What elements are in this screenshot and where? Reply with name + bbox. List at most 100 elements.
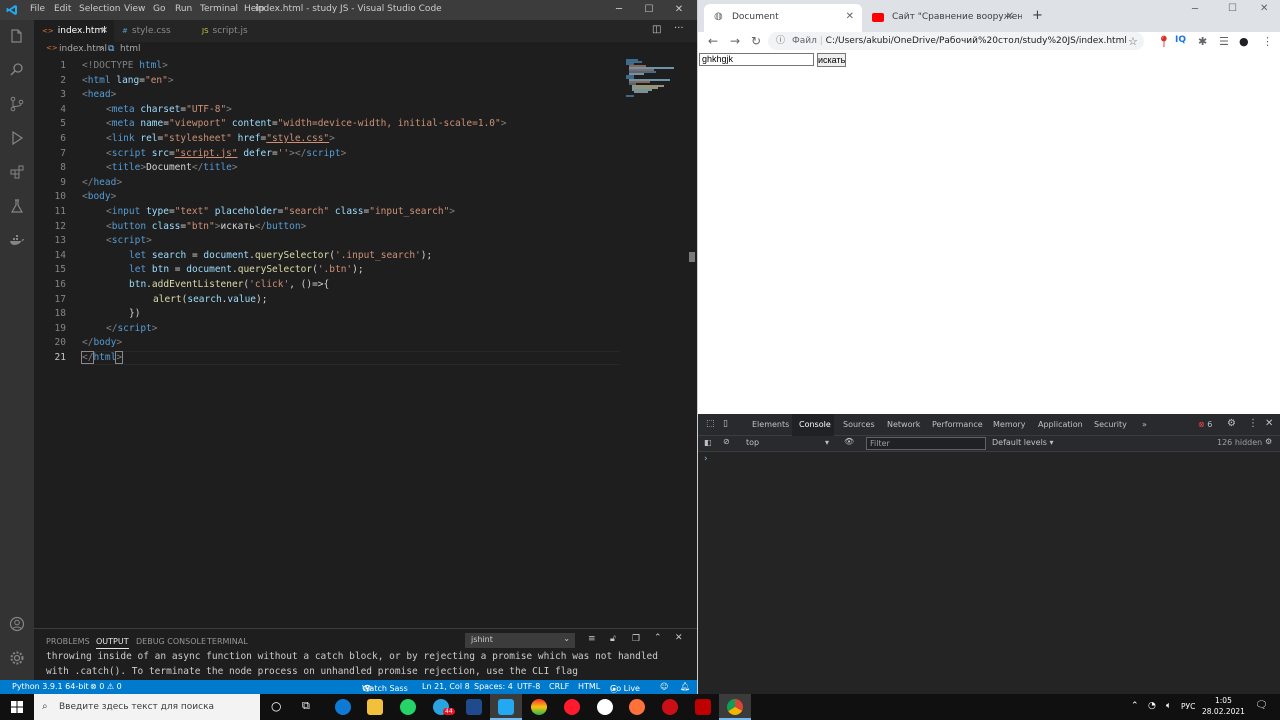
minimize-icon[interactable]: ─	[1192, 4, 1198, 15]
devtools-tab-console[interactable]: Console	[799, 420, 831, 429]
status-python[interactable]: Python 3.9.1 64-bit	[12, 682, 89, 691]
explorer-icon[interactable]	[9, 28, 25, 44]
console-settings-icon[interactable]: ⚙	[1265, 437, 1272, 446]
wifi-icon[interactable]: ◔	[1148, 701, 1156, 711]
task-view-icon[interactable]: ⧉	[302, 699, 310, 713]
device-toolbar-icon[interactable]: ▯	[723, 419, 728, 429]
error-count-badge[interactable]: ⊗ 6	[1198, 420, 1212, 429]
volume-icon[interactable]: 🔈︎	[1166, 701, 1171, 711]
filezilla-icon[interactable]	[695, 699, 711, 715]
devtools-tab-performance[interactable]: Performance	[932, 420, 983, 429]
live-expression-eye-icon[interactable]: 👁︎	[844, 437, 854, 446]
extension-pin-icon[interactable]: 📍︎	[1157, 35, 1171, 48]
more-actions-icon[interactable]: ···	[674, 23, 684, 34]
search-icon[interactable]	[9, 62, 25, 78]
colorful-app-icon[interactable]	[531, 699, 547, 715]
settings-gear-icon[interactable]	[9, 650, 25, 666]
docker-icon[interactable]	[9, 232, 25, 248]
menu-selection[interactable]: Selection	[79, 4, 120, 14]
devtools-tab-elements[interactable]: Elements	[752, 420, 789, 429]
panel-tab-problems[interactable]: PROBLEMS	[46, 637, 90, 646]
yandex-browser-icon[interactable]	[597, 699, 613, 715]
sidebar-toggle-icon[interactable]: ◧	[704, 438, 712, 447]
devtools-tab-application[interactable]: Application	[1038, 420, 1083, 429]
back-arrow-icon[interactable]: ←	[708, 34, 718, 48]
tab-index-html[interactable]: <> index.html ✕	[34, 20, 114, 42]
bookmark-star-icon[interactable]: ☆	[1128, 35, 1138, 48]
minimap[interactable]	[624, 58, 684, 98]
tab-close-icon[interactable]: ✕	[1006, 4, 1014, 30]
accounts-icon[interactable]	[9, 616, 25, 632]
source-control-icon[interactable]	[9, 96, 25, 112]
close-panel-icon[interactable]: ✕	[675, 633, 683, 643]
close-icon[interactable]: ✕	[664, 2, 694, 18]
open-log-icon[interactable]: ❐	[632, 634, 640, 644]
devtools-close-icon[interactable]: ✕	[1265, 418, 1273, 429]
code-editor[interactable]: 1 2 3 4 5 6 7 8 9 10 11 12 13 14 15 16 17 18 19 20 21 <!DOCT…	[34, 58, 684, 628]
extensions-puzzle-icon[interactable]: ✱	[1198, 35, 1207, 48]
forward-arrow-icon[interactable]: →	[730, 34, 740, 48]
output-channel-select[interactable]: jshint ⌄	[465, 633, 575, 648]
devtools-tab-sources[interactable]: Sources	[843, 420, 875, 429]
status-encoding[interactable]: UTF-8	[517, 682, 540, 691]
inspect-element-icon[interactable]: ⬚	[706, 419, 715, 429]
menu-terminal[interactable]: Terminal	[200, 4, 238, 14]
log-levels-select[interactable]: Default levels ▾	[992, 438, 1054, 447]
tab-close-icon[interactable]: ✕	[100, 20, 108, 42]
split-editor-icon[interactable]: ◫	[652, 24, 661, 35]
chrome-icon[interactable]	[727, 699, 743, 715]
powershell-icon[interactable]	[466, 699, 482, 715]
maximize-panel-icon[interactable]: ⌃	[654, 633, 662, 643]
show-hidden-icons-icon[interactable]: ⌃	[1131, 701, 1139, 711]
context-select[interactable]: top	[746, 438, 759, 447]
clock-date[interactable]: 28.02.2021	[1202, 707, 1245, 716]
menu-file[interactable]: File	[30, 4, 45, 14]
more-tabs-icon[interactable]: »	[1142, 420, 1147, 429]
whatsapp-icon[interactable]	[400, 699, 416, 715]
devtools-menu-icon[interactable]: ⋮	[1248, 418, 1258, 429]
breadcrumb-node[interactable]: html	[120, 44, 141, 54]
maximize-icon[interactable]: ☐	[1228, 3, 1237, 14]
opera-icon[interactable]	[564, 699, 580, 715]
menu-go[interactable]: Go	[153, 4, 165, 14]
iq-extension-icon[interactable]: IQ	[1175, 35, 1186, 45]
cortana-icon[interactable]: ○	[271, 699, 281, 713]
browser-tab-document[interactable]: ◍ Document ✕	[704, 4, 862, 32]
firefox-icon[interactable]	[629, 699, 645, 715]
menu-edit[interactable]: Edit	[54, 4, 71, 14]
tab-style-css[interactable]: # style.css	[114, 20, 194, 42]
profile-avatar-icon[interactable]: ●	[1239, 35, 1249, 48]
reload-icon[interactable]: ↻	[751, 34, 761, 48]
menu-view[interactable]: View	[124, 4, 145, 14]
minimize-icon[interactable]: ─	[604, 2, 634, 18]
clear-console-icon[interactable]: ⊘	[723, 437, 730, 446]
lock-scroll-icon[interactable]: 🔓︎	[610, 634, 616, 644]
status-cursor-position[interactable]: Ln 21, Col 8	[422, 682, 470, 691]
console-prompt[interactable]: ›	[704, 454, 708, 464]
input-language[interactable]: РУС	[1181, 702, 1195, 711]
status-eol[interactable]: CRLF	[549, 682, 569, 691]
tab-script-js[interactable]: JS script.js	[194, 20, 272, 42]
menu-help[interactable]: Help	[244, 4, 265, 14]
status-problems[interactable]: ⊗ 0 ⚠ 0	[90, 682, 122, 691]
console-filter-input[interactable]: Filter	[866, 437, 986, 450]
notification-center-icon[interactable]: 🗨︎	[1255, 700, 1268, 711]
run-debug-icon[interactable]	[9, 130, 25, 146]
testing-flask-icon[interactable]	[9, 198, 25, 214]
clock-time[interactable]: 1:05	[1215, 696, 1232, 705]
menu-run[interactable]: Run	[175, 4, 192, 14]
editor-scrollbar[interactable]	[687, 58, 697, 628]
devtools-tab-memory[interactable]: Memory	[993, 420, 1026, 429]
taskbar-search-box[interactable]: ⌕ Введите здесь текст для поиска	[34, 694, 260, 720]
reading-list-icon[interactable]: ☰	[1219, 35, 1229, 48]
chrome-menu-icon[interactable]: ⋮	[1262, 35, 1273, 48]
devtools-tab-security[interactable]: Security	[1094, 420, 1127, 429]
panel-tab-output[interactable]: OUTPUT	[96, 637, 129, 649]
vscode-icon[interactable]	[498, 699, 514, 715]
search-button[interactable]: искать	[817, 53, 846, 67]
panel-tab-terminal[interactable]: TERMINAL	[207, 637, 248, 646]
notifications-bell-icon[interactable]: 🔔︎	[680, 682, 690, 691]
panel-tab-debug-console[interactable]: DEBUG CONSOLE	[136, 637, 206, 646]
edge-icon[interactable]	[335, 699, 351, 715]
file-explorer-icon[interactable]	[367, 699, 383, 715]
